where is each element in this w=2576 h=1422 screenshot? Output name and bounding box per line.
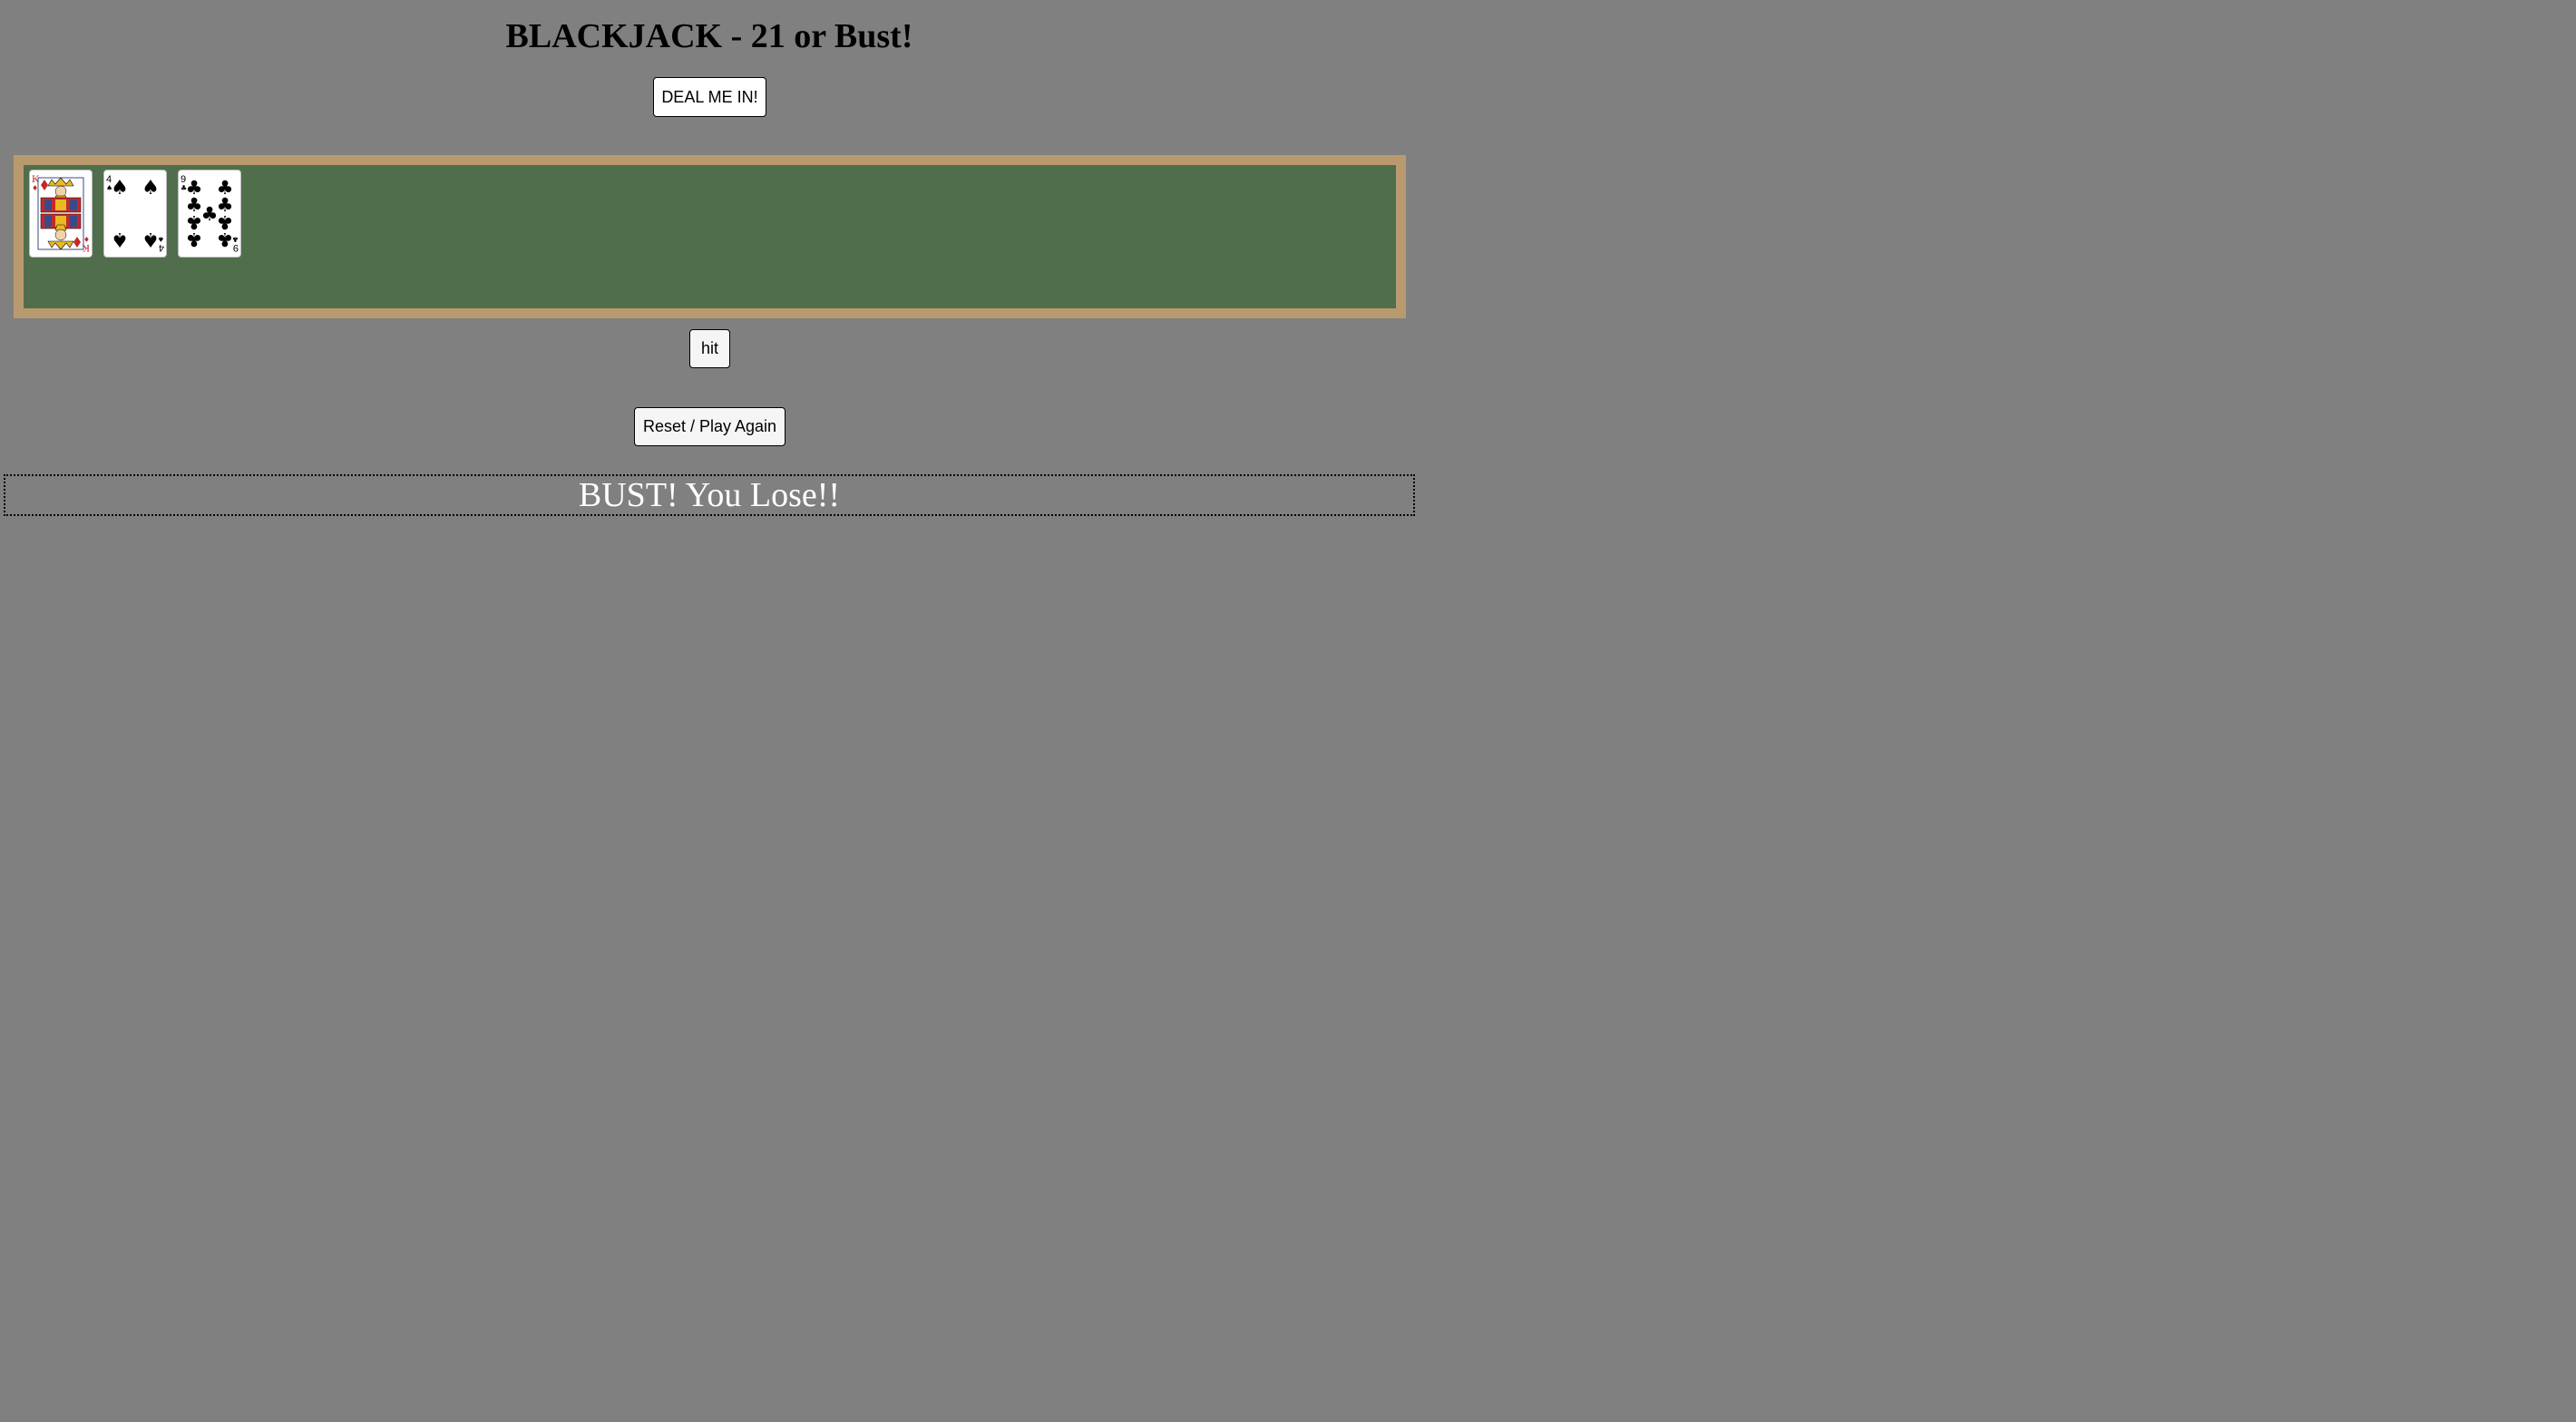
card-rank-inverted: K — [82, 242, 90, 255]
club-icon: ♣ — [217, 211, 234, 233]
club-icon: ♣ — [186, 211, 203, 233]
diamond-icon: ♦ — [32, 184, 38, 192]
club-icon: ♣ — [232, 235, 239, 243]
spade-icon: ♠ — [141, 228, 160, 250]
spade-icon: ♠ — [158, 235, 164, 243]
diamond-icon: ♦ — [83, 235, 90, 243]
hit-button[interactable]: hit — [689, 329, 730, 368]
club-icon: ♣ — [201, 203, 219, 225]
spade-icon: ♠ — [141, 177, 160, 200]
card-four-of-spades: 4 ♠ ♠ ♠ ♠ ♠ 4 ♠ — [103, 170, 167, 258]
page-title: BLACKJACK - 21 or Bust! — [505, 17, 913, 55]
card-table: K ♦ K ♦ 4 ♠ ♠ ♠ ♠ ♠ 4 ♠ 9 ♣ ♣ ♣ ♣ ♣ ♣ ♣ … — [14, 155, 1406, 318]
spade-icon: ♠ — [111, 228, 129, 250]
card-king-of-diamonds: K ♦ K ♦ — [29, 170, 93, 258]
deal-button[interactable]: DEAL ME IN! — [653, 77, 766, 117]
reset-button[interactable]: Reset / Play Again — [634, 407, 785, 446]
card-nine-of-clubs: 9 ♣ ♣ ♣ ♣ ♣ ♣ ♣ ♣ ♣ ♣ 9 ♣ — [178, 170, 241, 258]
spade-icon: ♠ — [111, 177, 129, 200]
result-message: BUST! You Lose!! — [4, 474, 1415, 516]
